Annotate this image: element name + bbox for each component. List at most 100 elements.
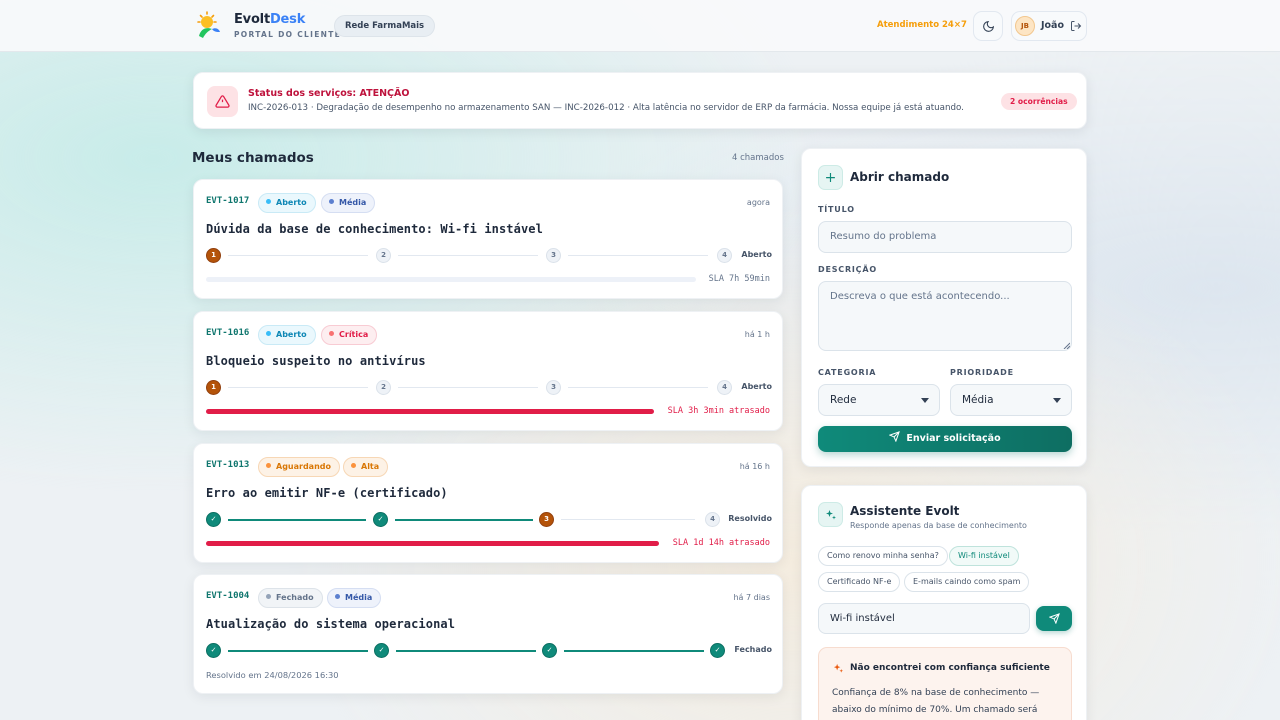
step-connector — [395, 519, 533, 521]
ticket-time: há 7 dias — [733, 593, 770, 602]
ticket-card-evt-1004[interactable]: EVT-1004 Fechado Média há 7 dias Atualiz… — [193, 574, 783, 694]
step-connector — [228, 519, 366, 521]
category-label: CATEGORIA — [818, 368, 877, 377]
step-connector — [568, 387, 708, 388]
logout-icon[interactable] — [1070, 20, 1082, 32]
ticket-title: Bloqueio suspeito no antivírus — [206, 354, 426, 368]
brand-subtitle: PORTAL DO CLIENTE — [234, 30, 342, 39]
assistant-send-button[interactable] — [1036, 606, 1072, 631]
step-connector — [564, 650, 704, 652]
step-status-label: Aberto — [741, 250, 772, 259]
evolt-logo-icon — [197, 11, 220, 38]
send-icon — [1048, 613, 1060, 624]
step-2: 2 — [376, 380, 391, 395]
step-2-done: ✓ — [373, 512, 388, 527]
suggestion-chip[interactable]: Como renovo minha senha? — [818, 546, 948, 566]
user-name: João — [1041, 20, 1064, 31]
reply-title: Não encontrei com confiança suficiente — [850, 663, 1050, 673]
assistant-subtitle: Responde apenas da base de conhecimento — [850, 521, 1027, 530]
ticket-id: EVT-1004 — [206, 591, 250, 601]
plus-icon: + — [818, 165, 843, 190]
sla-progress-bar — [206, 277, 696, 282]
priority-badge: Alta — [343, 457, 389, 477]
reply-text: Confiança de 8% na base de conhecimento … — [832, 688, 1040, 715]
ticket-id: EVT-1016 — [206, 328, 250, 338]
status-badge: Aguardando — [258, 457, 340, 477]
step-1: 1 — [206, 380, 221, 395]
ticket-title: Erro ao emitir NF-e (certificado) — [206, 486, 448, 500]
description-textarea[interactable]: Descreva o que está acontecendo... — [818, 281, 1072, 351]
sparkle-warning-icon — [833, 663, 844, 673]
step-4-done: ✓ — [710, 643, 725, 658]
step-2-done: ✓ — [374, 643, 389, 658]
status-badge: Fechado — [258, 588, 323, 608]
resize-handle-icon[interactable] — [1063, 342, 1070, 349]
step-connector — [398, 255, 538, 256]
step-connector — [228, 650, 368, 652]
ticket-title: Dúvida da base de conhecimento: Wi-fi in… — [206, 222, 543, 236]
step-connector — [396, 650, 536, 652]
assistant-card: Assistente Evolt Responde apenas da base… — [801, 485, 1087, 720]
ticket-time: há 16 h — [739, 462, 770, 471]
priority-select[interactable]: Média — [950, 384, 1072, 416]
step-connector — [228, 255, 368, 256]
warning-icon — [207, 86, 238, 117]
brand-name[interactable]: EvoltDesk — [234, 12, 305, 27]
ticket-progress-steps: 1 2 3 4 Aberto — [206, 380, 772, 396]
step-3: 3 — [546, 380, 561, 395]
tickets-count: 4 chamados — [732, 153, 784, 163]
priority-badge: Crítica — [321, 325, 378, 345]
resolved-date: Resolvido em 24/08/2026 16:30 — [206, 670, 339, 680]
step-2: 2 — [376, 248, 391, 263]
priority-badge: Média — [327, 588, 382, 608]
step-4: 4 — [705, 512, 720, 527]
suggestion-chip-active[interactable]: Wi-fi instável — [949, 546, 1019, 566]
step-4: 4 — [717, 380, 732, 395]
step-3: 3 — [539, 512, 554, 527]
step-1: 1 — [206, 248, 221, 263]
status-badge: Aberto — [258, 325, 316, 345]
ticket-progress-steps: ✓ ✓ 3 4 Resolvido — [206, 512, 772, 528]
send-icon — [888, 431, 901, 443]
assistant-question-input[interactable]: Wi-fi instável — [818, 603, 1030, 634]
assistant-title: Assistente Evolt — [850, 504, 960, 518]
incident-count-badge[interactable]: 2 ocorrências — [1001, 93, 1077, 110]
chevron-down-icon — [921, 398, 929, 403]
sparkles-icon — [818, 502, 843, 527]
priority-badge: Média — [321, 193, 376, 213]
user-menu[interactable]: JB João — [1011, 11, 1087, 41]
chevron-down-icon — [1053, 398, 1061, 403]
step-status-label: Resolvido — [728, 514, 772, 523]
sla-progress-bar — [206, 409, 654, 414]
priority-label: PRIORIDADE — [950, 368, 1014, 377]
step-connector — [561, 519, 695, 520]
step-1-done: ✓ — [206, 643, 221, 658]
ticket-card-evt-1016[interactable]: EVT-1016 Aberto Crítica há 1 h Bloqueio … — [193, 311, 783, 431]
step-connector — [228, 387, 368, 388]
description-label: DESCRIÇÃO — [818, 265, 877, 274]
avatar: JB — [1015, 16, 1035, 36]
open-ticket-card: + Abrir chamado TÍTULO Resumo do problem… — [801, 148, 1087, 467]
assistant-reply: Não encontrei com confiança suficiente C… — [818, 647, 1072, 720]
submit-ticket-button[interactable]: Enviar solicitação — [818, 426, 1072, 452]
suggestion-chip[interactable]: Certificado NF-e — [818, 572, 901, 592]
suggestion-chip[interactable]: E-mails caindo como spam — [904, 572, 1030, 592]
status-badge: Aberto — [258, 193, 316, 213]
ticket-time: há 1 h — [744, 330, 770, 339]
category-select[interactable]: Rede — [818, 384, 940, 416]
ticket-time: agora — [746, 198, 770, 207]
sla-text: SLA 3h 3min atrasado — [667, 406, 770, 416]
open-ticket-title: Abrir chamado — [850, 170, 950, 184]
ticket-card-evt-1013[interactable]: EVT-1013 Aguardando Alta há 16 h Erro ao… — [193, 443, 783, 563]
tickets-heading: Meus chamados — [192, 150, 314, 166]
ticket-progress-steps: 1 2 3 4 Aberto — [206, 248, 772, 264]
step-3-done: ✓ — [542, 643, 557, 658]
theme-toggle-button[interactable] — [973, 11, 1003, 41]
title-input[interactable]: Resumo do problema — [818, 221, 1072, 253]
support-hours: Atendimento 24×7 — [877, 20, 967, 30]
service-status-alert: Status dos serviços: ATENÇÃO INC-2026-01… — [193, 72, 1087, 129]
ticket-id: EVT-1013 — [206, 460, 250, 470]
ticket-card-evt-1017[interactable]: EVT-1017 Aberto Média agora Dúvida da ba… — [193, 179, 783, 299]
top-bar: EvoltDesk PORTAL DO CLIENTE Rede FarmaMa… — [0, 0, 1280, 52]
ticket-progress-steps: ✓ ✓ ✓ ✓ Fechado — [206, 643, 772, 659]
